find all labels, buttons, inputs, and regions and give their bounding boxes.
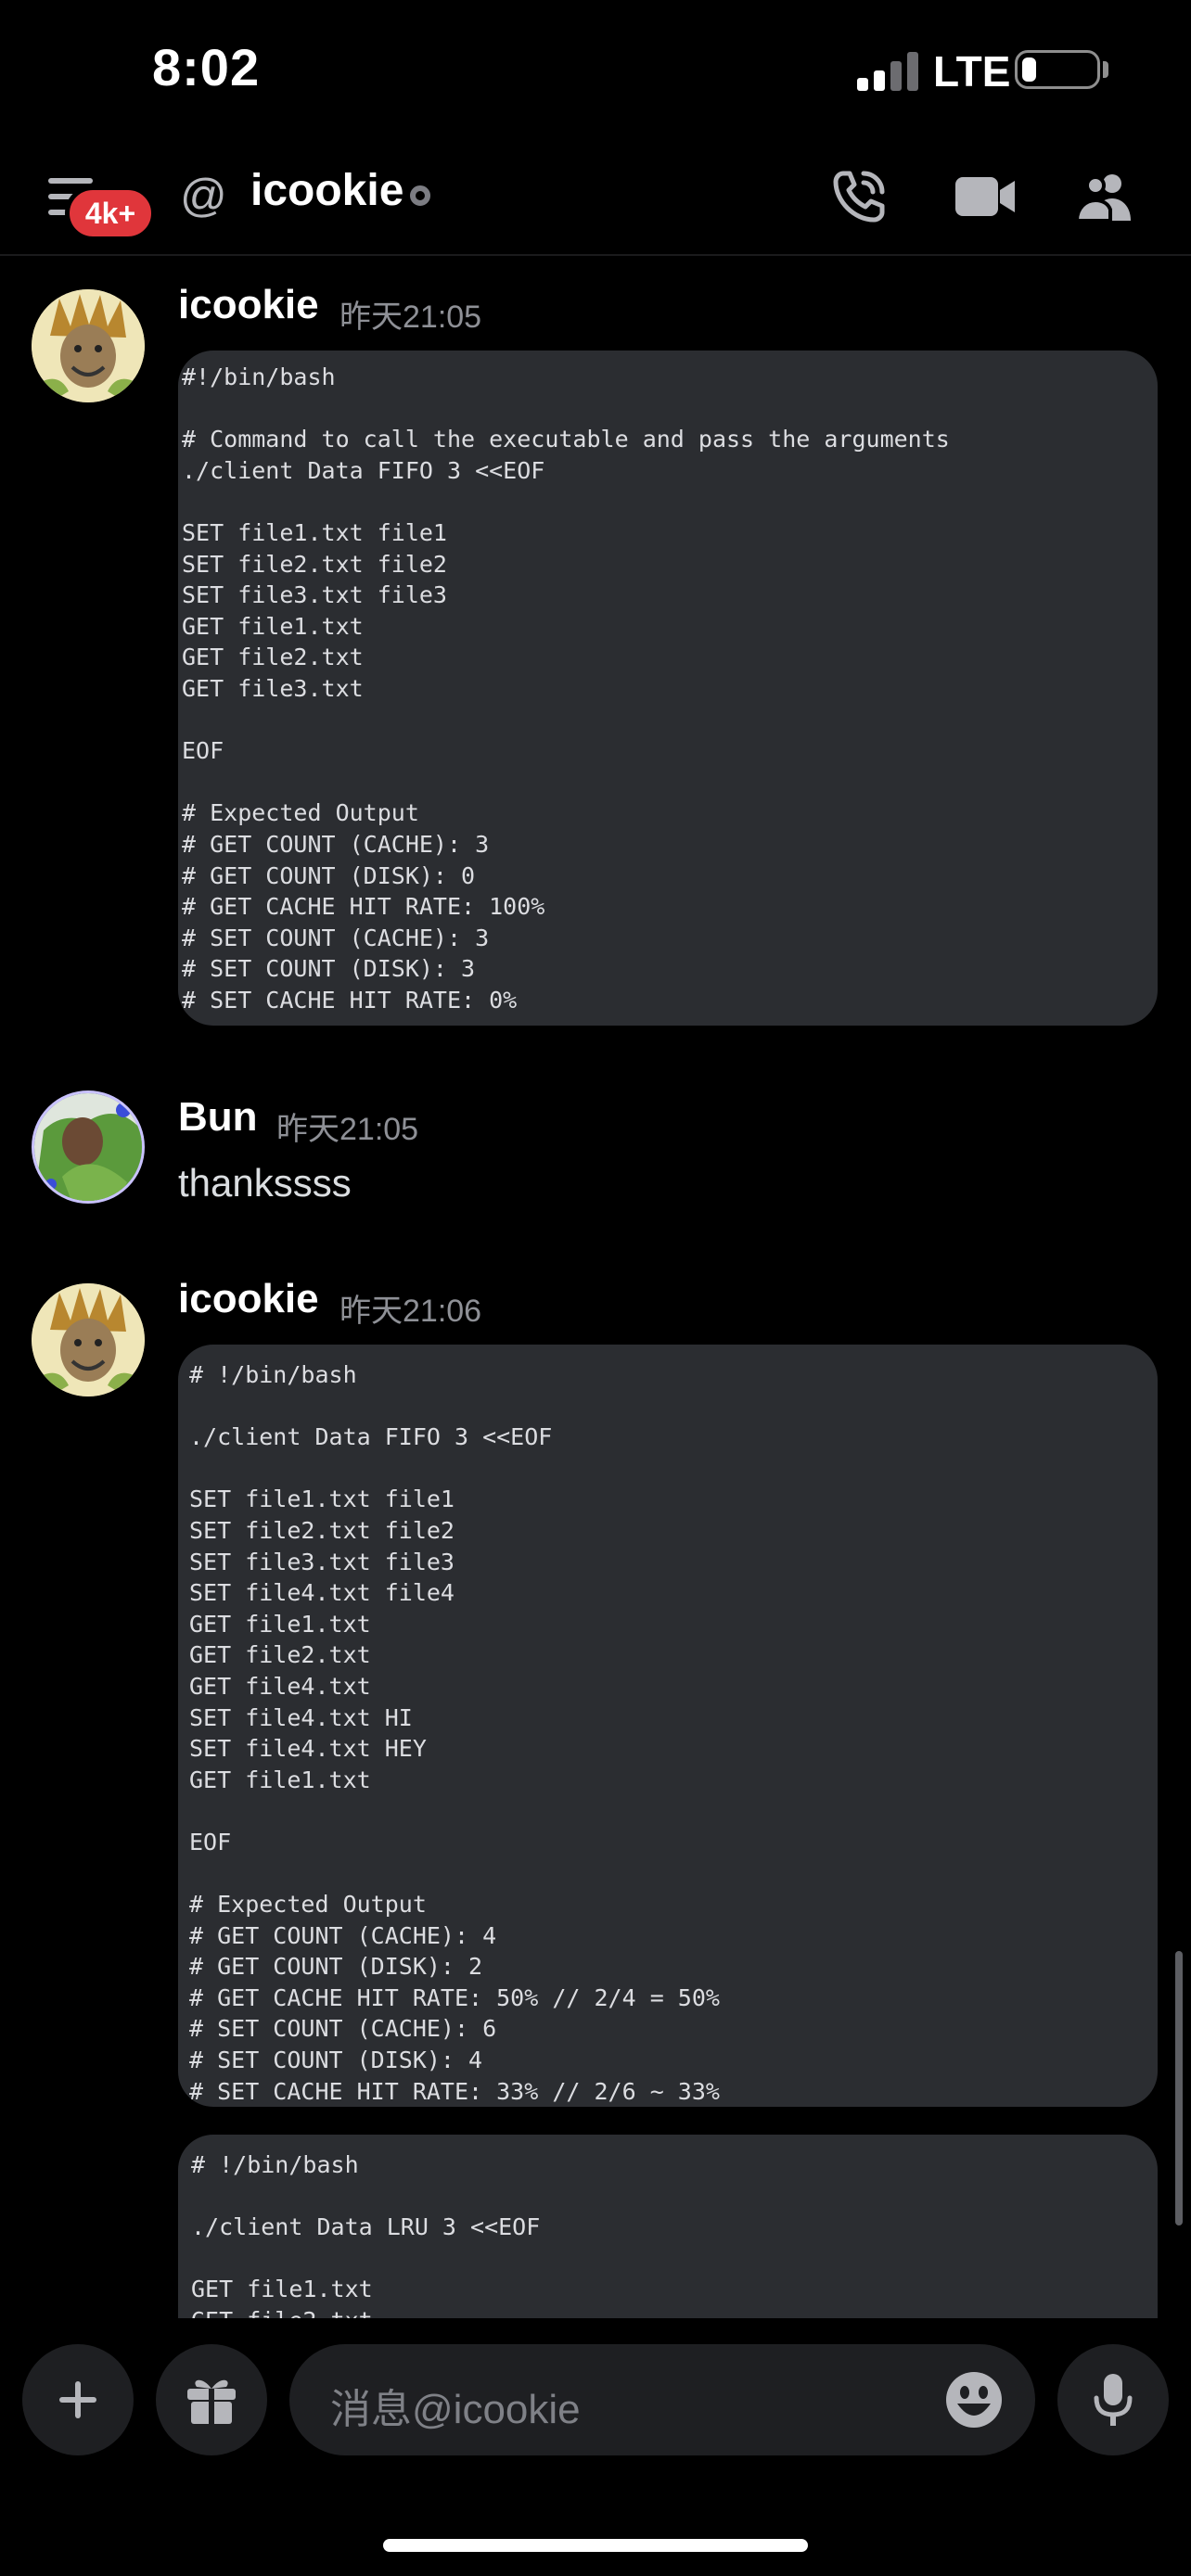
plus-icon <box>59 2381 96 2418</box>
gift-icon <box>187 2379 236 2424</box>
video-camera-icon <box>955 177 1015 216</box>
code-block[interactable]: #!/bin/bash # Command to call the execut… <box>178 351 1158 1026</box>
network-label: LTE <box>933 47 1011 96</box>
code-block[interactable]: # !/bin/bash ./client Data FIFO 3 <<EOF … <box>178 1345 1158 2107</box>
timestamp: 昨天21:05 <box>339 300 482 335</box>
avatar-drawing <box>32 1283 145 1396</box>
members-button[interactable] <box>1072 161 1143 232</box>
code-line: # Command to call the executable and pas… <box>182 426 950 453</box>
code-line: # SET CACHE HIT RATE: 33% // 2/6 ~ 33% <box>189 2077 720 2105</box>
username[interactable]: icookie <box>178 282 319 328</box>
code-line: # GET COUNT (CACHE): 4 <box>189 1921 497 1949</box>
code-line: SET file4.txt HEY <box>189 1735 427 1763</box>
username[interactable]: icookie <box>178 1276 319 1322</box>
signal-icon <box>857 52 918 91</box>
code-line: # GET COUNT (DISK): 0 <box>182 861 476 889</box>
code-line: # SET COUNT (DISK): 3 <box>182 955 476 983</box>
code-line: # GET CACHE HIT RATE: 50% // 2/4 = 50% <box>189 1983 720 2011</box>
code-line: # SET COUNT (CACHE): 3 <box>182 924 490 951</box>
unread-badge: 4k+ <box>65 185 156 241</box>
code-line: SET file2.txt file2 <box>182 550 447 578</box>
code-line: GET file1.txt <box>189 1610 371 1638</box>
code-line: GET file1.txt <box>182 612 364 640</box>
code-line: #!/bin/bash <box>182 363 336 390</box>
status-bar: 8:02 LTE <box>0 0 1191 139</box>
members-icon <box>1075 174 1131 223</box>
message-text: thankssss <box>178 1161 352 1205</box>
code-line: GET file3.txt <box>182 674 364 702</box>
code-line: ./client Data LRU 3 <<EOF <box>191 2213 541 2241</box>
at-icon: @ <box>180 170 227 222</box>
code-line: SET file2.txt file2 <box>189 1516 455 1544</box>
chat-header: 4k+ @ icookie <box>0 139 1191 256</box>
timestamp: 昨天21:06 <box>339 1294 482 1329</box>
microphone-icon <box>1094 2374 1133 2426</box>
code-line: SET file4.txt HI <box>189 1703 413 1731</box>
voice-message-button[interactable] <box>1057 2344 1169 2455</box>
username[interactable]: Bun <box>178 1094 258 1141</box>
timestamp: 昨天21:05 <box>276 1112 419 1147</box>
channel-title[interactable]: icookie <box>250 165 403 216</box>
code-line: EOF <box>182 737 224 765</box>
code-line: GET file2.txt <box>189 1641 371 1669</box>
code-line: GET file4.txt <box>189 1672 371 1700</box>
battery-tip <box>1103 61 1108 78</box>
message-input-placeholder: 消息@icookie <box>330 2387 581 2432</box>
scrollbar[interactable] <box>1175 1951 1183 2225</box>
status-time: 8:02 <box>152 38 261 96</box>
screen: 8:02 LTE 4k+ @ icookie icookie 昨天21:05 #… <box>0 0 1191 2576</box>
code-line: SET file3.txt file3 <box>189 1548 455 1575</box>
code-line: # GET COUNT (CACHE): 3 <box>182 830 490 858</box>
code-line: # Expected Output <box>182 799 419 827</box>
code-line: ./client Data FIFO 3 <<EOF <box>182 456 545 484</box>
code-line: SET file3.txt file3 <box>182 581 447 609</box>
code-line: SET file1.txt file1 <box>182 518 447 546</box>
code-line: # GET CACHE HIT RATE: 100% <box>182 893 545 921</box>
voice-call-button[interactable] <box>824 161 894 232</box>
code-line: # Expected Output <box>189 1891 427 1919</box>
offline-status-icon <box>410 185 430 206</box>
video-call-button[interactable] <box>950 161 1020 232</box>
avatar-drawing <box>32 289 145 402</box>
code-line: EOF <box>189 1828 232 1855</box>
add-attachment-button[interactable] <box>22 2344 134 2455</box>
code-line: # GET COUNT (DISK): 2 <box>189 1953 483 1981</box>
avatar[interactable] <box>32 1283 145 1396</box>
battery-icon <box>1015 50 1100 89</box>
avatar-drawing <box>34 1093 142 1201</box>
code-line: ./client Data FIFO 3 <<EOF <box>189 1423 553 1451</box>
code-line: # !/bin/bash <box>189 1361 357 1388</box>
avatar[interactable] <box>32 1090 145 1204</box>
code-line: # SET CACHE HIT RATE: 0% <box>182 986 518 1014</box>
code-line: # SET COUNT (DISK): 4 <box>189 2047 483 2074</box>
phone-call-icon <box>833 171 885 223</box>
code-line: SET file1.txt file1 <box>189 1486 455 1513</box>
code-line: # SET COUNT (CACHE): 6 <box>189 2015 497 2043</box>
avatar[interactable] <box>32 289 145 402</box>
code-line: # !/bin/bash <box>191 2151 359 2178</box>
gift-button[interactable] <box>156 2344 267 2455</box>
code-line: SET file4.txt file4 <box>189 1579 455 1607</box>
emoji-icon[interactable] <box>944 2370 1004 2429</box>
home-indicator[interactable] <box>383 2539 808 2552</box>
code-block[interactable]: # !/bin/bash ./client Data LRU 3 <<EOF G… <box>178 2135 1158 2320</box>
code-line: GET file1.txt <box>189 1766 371 1793</box>
code-line: GET file1.txt <box>191 2276 373 2303</box>
code-line: GET file2.txt <box>182 644 364 671</box>
message-input[interactable]: 消息@icookie <box>289 2344 1035 2455</box>
